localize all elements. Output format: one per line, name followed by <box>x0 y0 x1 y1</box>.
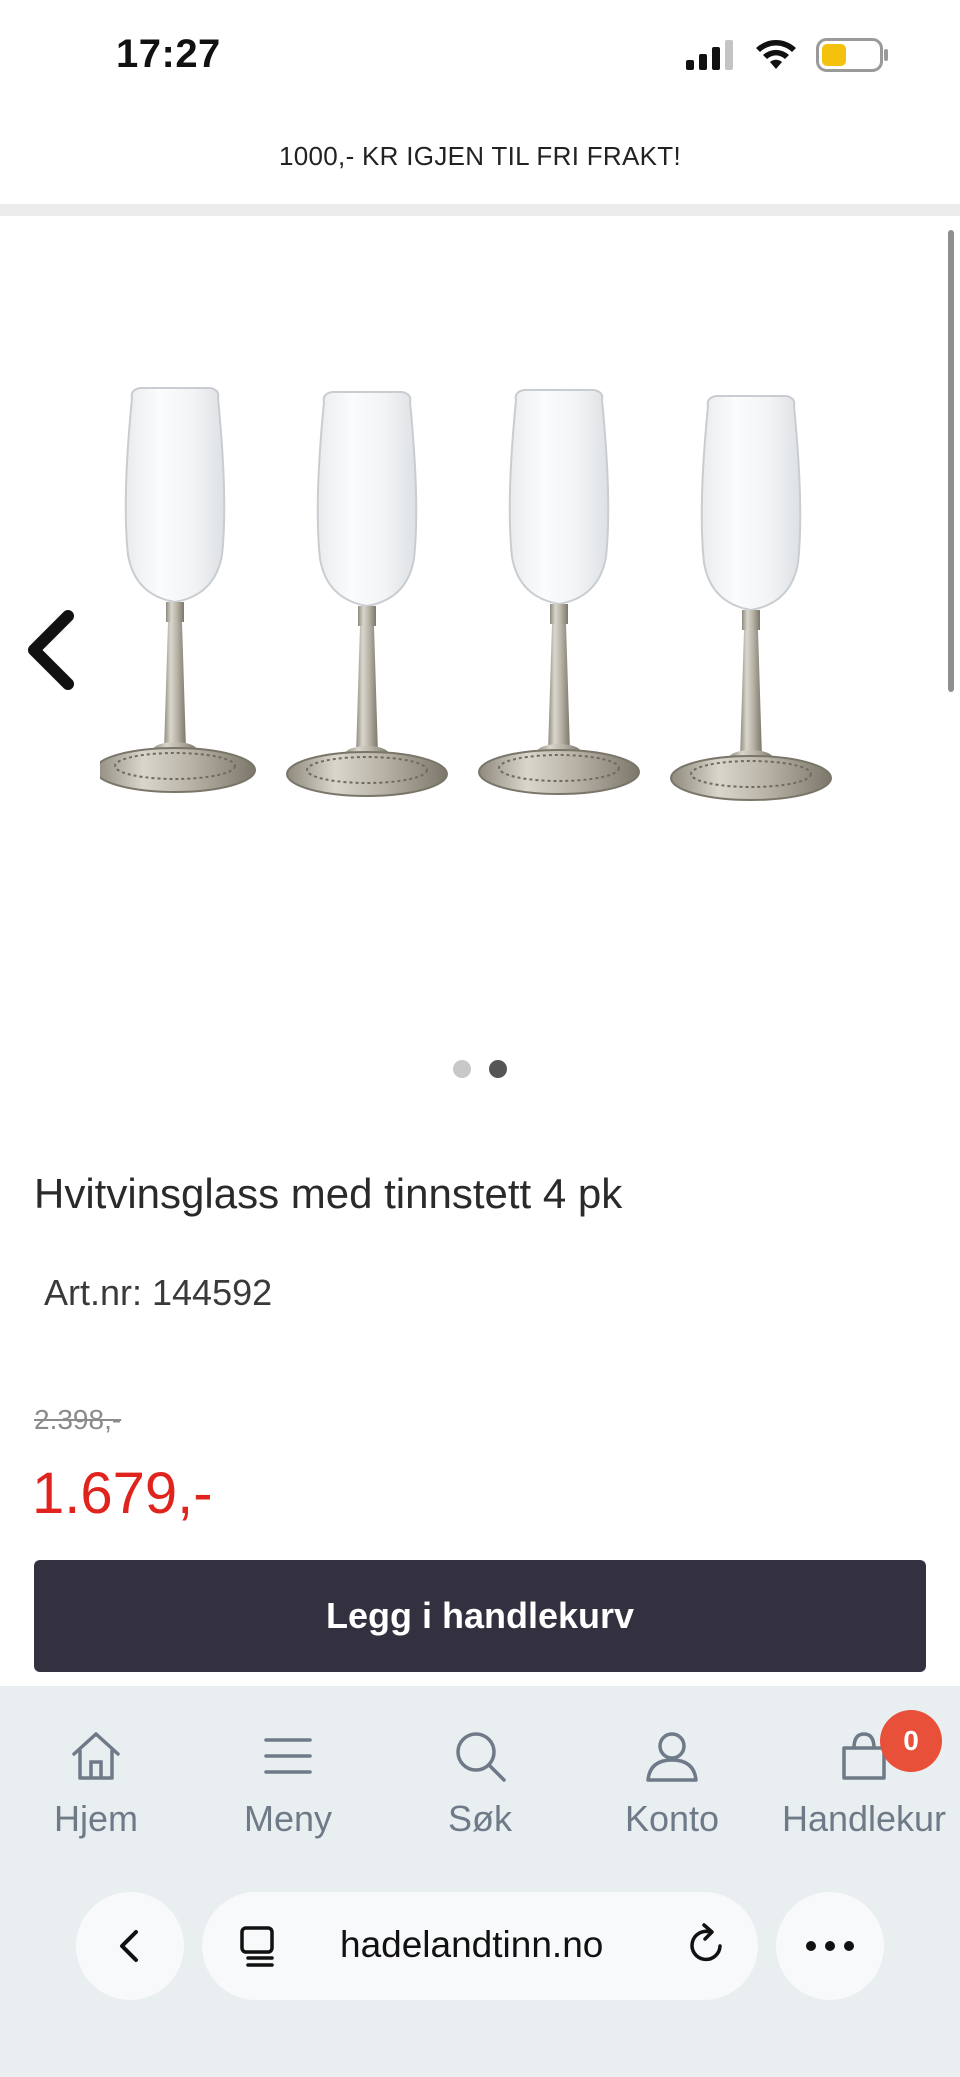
status-icons <box>686 38 890 72</box>
scroll-indicator <box>948 230 954 692</box>
more-icon <box>806 1941 854 1951</box>
banner-divider <box>0 204 960 216</box>
nav-item-home[interactable]: Hjem <box>0 1686 192 1878</box>
product-title: Hvitvinsglass med tinnstett 4 pk <box>34 1170 623 1217</box>
cart-count-badge: 0 <box>880 1710 942 1772</box>
glass-2 <box>286 391 448 797</box>
home-icon <box>72 1732 120 1780</box>
article-number: Art.nr: 144592 <box>44 1272 273 1313</box>
search-icon <box>456 1732 506 1782</box>
product-image <box>100 387 832 801</box>
nav-label-menu: Meny <box>243 1798 333 1839</box>
menu-icon <box>264 1738 312 1774</box>
url-text: hadelandtinn.no <box>340 1924 604 1965</box>
old-price: 2.398,- <box>34 1404 122 1435</box>
status-bar: 17:27 <box>0 0 960 110</box>
battery-icon <box>816 38 888 72</box>
browser-back-button[interactable] <box>76 1892 184 2000</box>
address-bar[interactable]: hadelandtinn.no <box>202 1892 758 2000</box>
pagination-dot[interactable] <box>453 1060 471 1078</box>
gallery-pagination <box>0 1060 960 1078</box>
sale-price: 1.679,- <box>32 1461 213 1526</box>
bottom-navigation: Hjem Meny Søk Konto 0 Handlekurv <box>0 1686 960 1878</box>
previous-image-arrow[interactable] <box>22 610 82 690</box>
nav-label-home: Hjem <box>53 1798 138 1839</box>
free-shipping-banner: 1000,- KR IGJEN TIL FRI FRAKT! <box>279 140 681 171</box>
add-to-cart-button[interactable]: Legg i handlekurv <box>34 1560 926 1672</box>
nav-item-account[interactable]: Konto <box>576 1686 768 1878</box>
glass-3 <box>478 389 640 795</box>
nav-label-account: Konto <box>624 1798 720 1839</box>
glass-1 <box>100 387 256 793</box>
back-arrow-icon <box>120 1930 138 1962</box>
wifi-icon <box>756 40 796 69</box>
pagination-dot-active[interactable] <box>489 1060 507 1078</box>
nav-item-search[interactable]: Søk <box>384 1686 576 1878</box>
nav-item-cart[interactable]: 0 Handlekurv <box>768 1686 960 1878</box>
signal-icon <box>686 40 733 70</box>
browser-toolbar: hadelandtinn.no <box>0 1878 960 2077</box>
status-time: 17:27 <box>116 32 221 76</box>
nav-label-search: Søk <box>447 1798 512 1839</box>
more-options-button[interactable] <box>776 1892 884 2000</box>
reload-icon[interactable] <box>684 1922 728 1968</box>
nav-label-cart: Handlekurv <box>781 1798 947 1846</box>
nav-item-menu[interactable]: Meny <box>192 1686 384 1878</box>
glass-4 <box>670 395 832 801</box>
account-icon <box>646 1732 698 1782</box>
nav-label-cart-wrap: Handlekurv <box>779 1786 949 1846</box>
tabs-icon <box>240 1926 274 1967</box>
